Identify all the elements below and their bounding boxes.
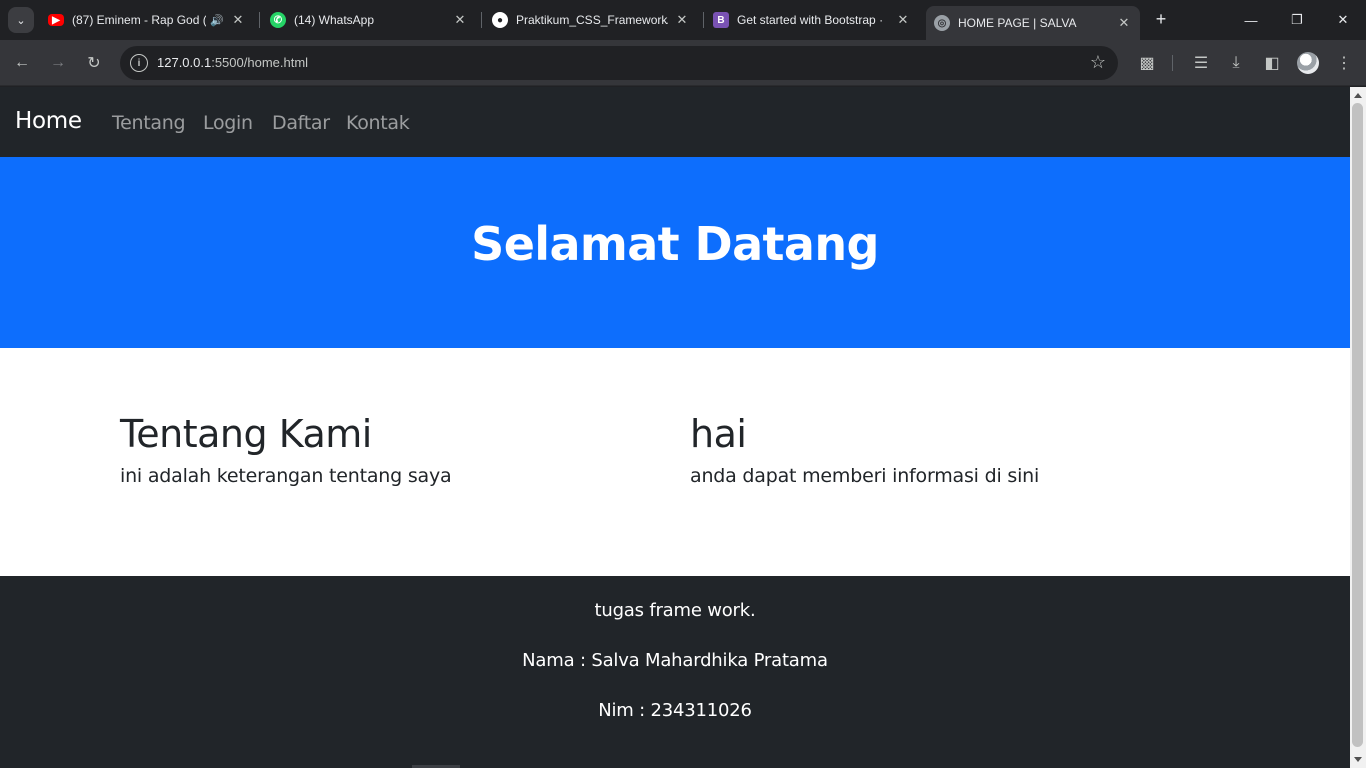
section-hai: hai anda dapat memberi informasi di sini: [690, 409, 1039, 491]
address-text[interactable]: 127.0.0.1:5500/home.html: [157, 55, 308, 70]
toolbar-divider: [1172, 55, 1173, 71]
site-navbar: Home Tentang Login Daftar Kontak: [0, 87, 1350, 157]
menu-button[interactable]: ⋮: [1331, 50, 1357, 76]
downloads-button[interactable]: ⤓: [1223, 50, 1249, 76]
site-footer: tugas frame work. Nama : Salva Mahardhik…: [0, 576, 1350, 768]
tab-separator: [481, 12, 482, 28]
navbar-brand-home[interactable]: Home: [15, 108, 82, 134]
footer-line-tugas: tugas frame work.: [594, 600, 756, 621]
tab-youtube[interactable]: ▶ (87) Eminem - Rap God ( 🔊 ✕: [40, 6, 254, 34]
page-scrollbar[interactable]: [1350, 87, 1366, 768]
tab-title: (87) Eminem - Rap God (: [72, 13, 207, 27]
tab-separator: [259, 12, 260, 28]
bootstrap-icon: B: [713, 12, 729, 28]
reload-button[interactable]: ↻: [81, 50, 107, 76]
new-tab-button[interactable]: +: [1150, 8, 1172, 30]
plus-icon: +: [1155, 8, 1167, 29]
close-tab-icon[interactable]: ✕: [674, 12, 690, 28]
minimize-button[interactable]: —: [1236, 6, 1266, 34]
restore-icon: ❐: [1291, 12, 1303, 27]
scroll-thumb[interactable]: [1352, 103, 1363, 747]
close-icon: ✕: [1337, 12, 1349, 27]
close-tab-icon[interactable]: ✕: [452, 12, 468, 28]
nav-link-tentang[interactable]: Tentang: [112, 112, 186, 134]
tab-bootstrap[interactable]: B Get started with Bootstrap · ✕: [705, 6, 919, 34]
download-icon: ⤓: [1232, 54, 1240, 71]
nav-link-login[interactable]: Login: [203, 112, 253, 134]
hero-banner: Selamat Datang: [0, 157, 1350, 348]
section-tentang-kami: Tentang Kami ini adalah keterangan tenta…: [120, 409, 452, 491]
scroll-down-arrow-icon[interactable]: [1354, 757, 1362, 762]
section-heading: hai: [690, 412, 747, 456]
back-button[interactable]: ←: [9, 50, 35, 76]
address-bar[interactable]: i 127.0.0.1:5500/home.html ☆: [120, 46, 1118, 80]
queue-music-icon: ☰: [1193, 55, 1209, 72]
globe-icon: ◎: [934, 15, 950, 31]
tab-github[interactable]: ● Praktikum_CSS_Framework/ ✕: [484, 6, 698, 34]
media-controls-button[interactable]: ☰: [1188, 50, 1214, 76]
site-info-icon[interactable]: i: [130, 54, 148, 72]
minimize-icon: —: [1244, 12, 1258, 28]
extensions-button[interactable]: ▩: [1134, 50, 1160, 76]
tab-separator: [703, 12, 704, 28]
hero-title: Selamat Datang: [471, 217, 879, 271]
whatsapp-icon: ✆: [270, 12, 286, 28]
chevron-down-icon: ⌄: [16, 14, 26, 27]
tab-search-button[interactable]: ⌄: [8, 7, 34, 33]
restore-button[interactable]: ❐: [1282, 6, 1312, 34]
reload-icon: ↻: [87, 55, 101, 72]
side-panel-button[interactable]: ◧: [1259, 50, 1285, 76]
tab-title: (14) WhatsApp: [294, 13, 375, 27]
speaker-icon[interactable]: 🔊: [210, 14, 224, 27]
section-heading: Tentang Kami: [120, 412, 372, 456]
browser-toolbar: ← → ↻ i 127.0.0.1:5500/home.html ☆ ▩ ☰ ⤓…: [0, 40, 1366, 86]
puzzle-icon: ▩: [1139, 55, 1155, 72]
tab-title: Praktikum_CSS_Framework/: [516, 13, 668, 27]
footer-line-nim: Nim : 234311026: [598, 700, 752, 721]
scroll-up-arrow-icon[interactable]: [1354, 93, 1362, 98]
profile-avatar[interactable]: [1297, 52, 1319, 74]
kebab-menu-icon: ⋮: [1336, 55, 1352, 72]
tab-whatsapp[interactable]: ✆ (14) WhatsApp ✕: [262, 6, 476, 34]
bookmark-star-icon[interactable]: ☆: [1090, 52, 1106, 73]
arrow-left-icon: ←: [14, 54, 30, 71]
close-window-button[interactable]: ✕: [1328, 6, 1358, 34]
web-page: Home Tentang Login Daftar Kontak Selamat…: [0, 87, 1350, 768]
tab-strip: ⌄ ▶ (87) Eminem - Rap God ( 🔊 ✕ ✆ (14) W…: [0, 0, 1366, 40]
tab-title: HOME PAGE | SALVA: [958, 16, 1077, 30]
section-text: anda dapat memberi informasi di sini: [690, 465, 1040, 487]
side-panel-icon: ◧: [1264, 55, 1280, 72]
close-tab-icon[interactable]: ✕: [895, 12, 911, 28]
footer-line-nama: Nama : Salva Mahardhika Pratama: [522, 650, 828, 671]
github-icon: ●: [492, 12, 508, 28]
close-tab-icon[interactable]: ✕: [230, 12, 246, 28]
arrow-right-icon: →: [50, 54, 66, 71]
close-tab-icon[interactable]: ✕: [1116, 15, 1132, 31]
forward-button[interactable]: →: [45, 50, 71, 76]
nav-link-kontak[interactable]: Kontak: [346, 112, 410, 134]
nav-link-daftar[interactable]: Daftar: [272, 112, 330, 134]
tab-title: Get started with Bootstrap ·: [737, 13, 884, 27]
youtube-icon: ▶: [48, 14, 64, 26]
tab-home-page[interactable]: ◎ HOME PAGE | SALVA ✕: [926, 6, 1140, 40]
section-text: ini adalah keterangan tentang saya: [120, 465, 452, 487]
